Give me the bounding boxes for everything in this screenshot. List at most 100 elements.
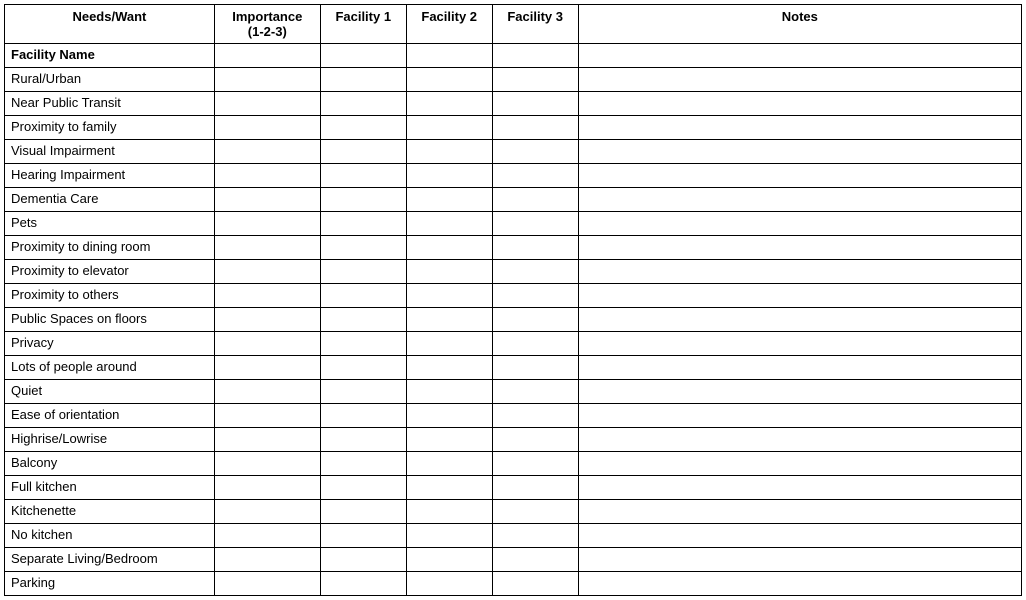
- row-importance: [214, 92, 320, 116]
- row-facility3: [492, 164, 578, 188]
- table-row: Public Spaces on floors: [5, 308, 1022, 332]
- row-facility1: [320, 164, 406, 188]
- row-facility3: [492, 500, 578, 524]
- row-label: Proximity to dining room: [5, 236, 215, 260]
- row-facility3: [492, 332, 578, 356]
- row-facility1: [320, 332, 406, 356]
- row-importance: [214, 524, 320, 548]
- row-label: Proximity to others: [5, 284, 215, 308]
- row-facility2: [406, 116, 492, 140]
- row-notes: [578, 92, 1021, 116]
- row-facility1: [320, 212, 406, 236]
- row-facility2: [406, 356, 492, 380]
- row-facility3: [492, 572, 578, 596]
- row-notes: [578, 500, 1021, 524]
- row-facility2: [406, 548, 492, 572]
- table-row: Kitchenette: [5, 500, 1022, 524]
- row-facility3: [492, 68, 578, 92]
- row-label: Parking: [5, 572, 215, 596]
- row-label: Pets: [5, 212, 215, 236]
- row-notes: [578, 332, 1021, 356]
- row-label: Facility Name: [5, 44, 215, 68]
- header-facility1: Facility 1: [320, 5, 406, 44]
- table-row: Ease of orientation: [5, 404, 1022, 428]
- row-label: Lots of people around: [5, 356, 215, 380]
- row-label: Visual Impairment: [5, 140, 215, 164]
- row-label: Dementia Care: [5, 188, 215, 212]
- row-label: No kitchen: [5, 524, 215, 548]
- table-row: Pets: [5, 212, 1022, 236]
- row-facility1: [320, 68, 406, 92]
- table-row: Lots of people around: [5, 356, 1022, 380]
- row-importance: [214, 68, 320, 92]
- row-facility2: [406, 404, 492, 428]
- row-facility2: [406, 212, 492, 236]
- row-facility2: [406, 284, 492, 308]
- row-importance: [214, 236, 320, 260]
- row-facility1: [320, 404, 406, 428]
- row-importance: [214, 140, 320, 164]
- row-facility1: [320, 572, 406, 596]
- row-facility2: [406, 308, 492, 332]
- row-importance: [214, 260, 320, 284]
- table-row: Separate Living/Bedroom: [5, 548, 1022, 572]
- facility-comparison-table: Needs/Want Importance (1-2-3) Facility 1…: [4, 4, 1022, 596]
- table-row: Full kitchen: [5, 476, 1022, 500]
- row-importance: [214, 308, 320, 332]
- row-facility3: [492, 260, 578, 284]
- row-facility3: [492, 236, 578, 260]
- row-facility1: [320, 236, 406, 260]
- table-row: Parking: [5, 572, 1022, 596]
- row-label: Proximity to family: [5, 116, 215, 140]
- row-facility1: [320, 476, 406, 500]
- row-facility1: [320, 260, 406, 284]
- row-importance: [214, 500, 320, 524]
- row-facility3: [492, 44, 578, 68]
- row-label: Kitchenette: [5, 500, 215, 524]
- row-facility3: [492, 140, 578, 164]
- row-notes: [578, 404, 1021, 428]
- row-facility2: [406, 572, 492, 596]
- table-row: No kitchen: [5, 524, 1022, 548]
- row-label: Ease of orientation: [5, 404, 215, 428]
- row-importance: [214, 548, 320, 572]
- row-facility1: [320, 188, 406, 212]
- row-label: Hearing Impairment: [5, 164, 215, 188]
- row-notes: [578, 164, 1021, 188]
- row-facility1: [320, 308, 406, 332]
- table-row: Proximity to elevator: [5, 260, 1022, 284]
- row-importance: [214, 116, 320, 140]
- row-facility1: [320, 548, 406, 572]
- row-label: Near Public Transit: [5, 92, 215, 116]
- header-importance: Importance (1-2-3): [214, 5, 320, 44]
- row-facility3: [492, 116, 578, 140]
- row-label: Rural/Urban: [5, 68, 215, 92]
- row-label: Highrise/Lowrise: [5, 428, 215, 452]
- row-notes: [578, 308, 1021, 332]
- header-notes: Notes: [578, 5, 1021, 44]
- row-notes: [578, 116, 1021, 140]
- row-label: Balcony: [5, 452, 215, 476]
- row-facility1: [320, 452, 406, 476]
- row-facility2: [406, 524, 492, 548]
- row-notes: [578, 68, 1021, 92]
- row-facility2: [406, 380, 492, 404]
- row-facility2: [406, 428, 492, 452]
- row-facility3: [492, 92, 578, 116]
- row-facility2: [406, 500, 492, 524]
- row-facility3: [492, 524, 578, 548]
- header-facility2: Facility 2: [406, 5, 492, 44]
- table-row: Highrise/Lowrise: [5, 428, 1022, 452]
- row-label: Quiet: [5, 380, 215, 404]
- table-row: Proximity to others: [5, 284, 1022, 308]
- row-facility3: [492, 356, 578, 380]
- header-importance-line2: (1-2-3): [248, 24, 287, 39]
- table-row: Dementia Care: [5, 188, 1022, 212]
- row-label: Separate Living/Bedroom: [5, 548, 215, 572]
- table-row: Rural/Urban: [5, 68, 1022, 92]
- row-importance: [214, 164, 320, 188]
- row-notes: [578, 236, 1021, 260]
- row-notes: [578, 260, 1021, 284]
- row-facility2: [406, 452, 492, 476]
- row-importance: [214, 404, 320, 428]
